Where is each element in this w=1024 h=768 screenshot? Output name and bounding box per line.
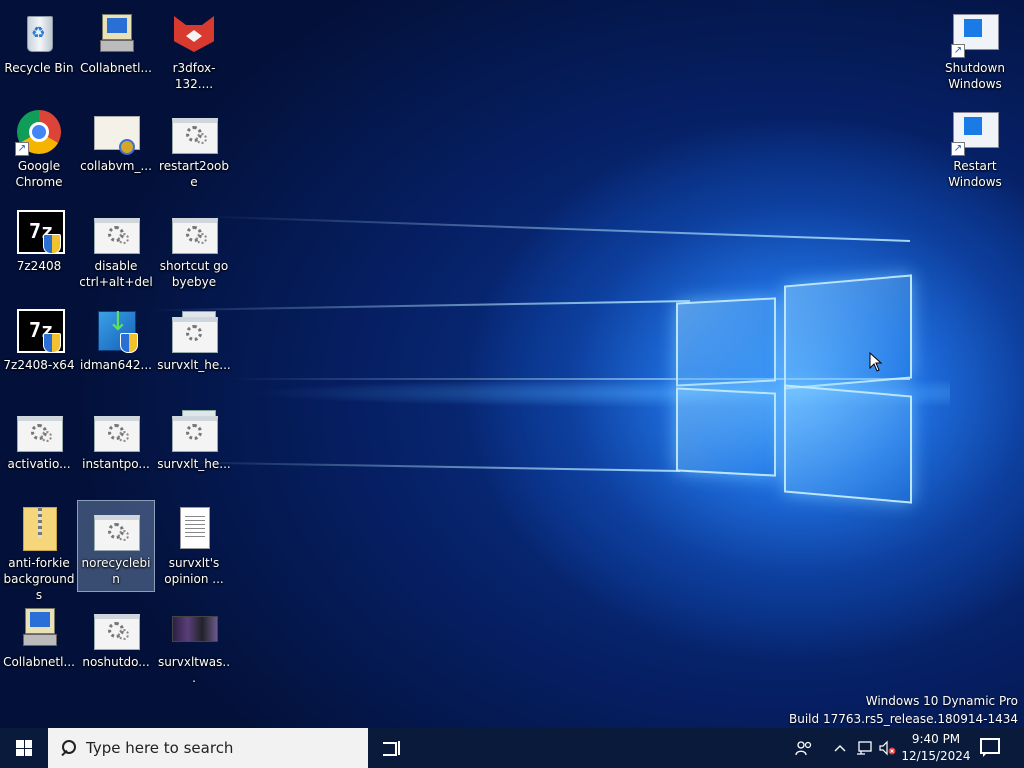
people-icon[interactable] — [792, 728, 816, 768]
icon-label: 7z2408-x64 — [3, 358, 75, 372]
taskbar: Type here to search 9:40 PM 12/15/2024 — [0, 728, 1024, 768]
batch-file-icon — [15, 406, 63, 454]
shutdown-shortcut-icon: ↗ — [951, 10, 999, 58]
wallpaper-logo-pane — [784, 274, 912, 390]
application-icon — [170, 307, 218, 355]
start-button[interactable] — [0, 728, 48, 768]
batch-file-icon — [92, 505, 140, 553]
desktop-icon-google-chrome[interactable]: ↗ Google Chrome — [1, 104, 77, 194]
icon-label: 7z2408 — [16, 259, 62, 273]
icon-label: r3dfox-132.... — [172, 61, 216, 91]
batch-file-icon — [170, 208, 218, 256]
application-icon — [170, 406, 218, 454]
icon-label: survxltwas... — [157, 655, 231, 685]
desktop-icon-anti-forkie-backgrounds[interactable]: anti-forkie backgrounds — [1, 501, 77, 602]
restart-shortcut-icon: ↗ — [951, 108, 999, 156]
desktop-icon-shutdown-windows[interactable]: ↗ Shutdown Windows — [937, 6, 1013, 96]
icon-label: Collabnetl... — [3, 655, 75, 669]
icon-label: shortcut go byebye — [159, 259, 229, 289]
desktop-icon-r3dfox[interactable]: r3dfox-132.... — [156, 6, 232, 96]
icon-label: survxlt_he... — [157, 457, 231, 471]
download-manager-icon — [92, 307, 140, 355]
desktop-icon-7z2408-x64[interactable]: 7z 7z2408-x64 — [1, 303, 77, 393]
search-icon — [60, 740, 76, 756]
watermark-edition: Windows 10 Dynamic Pro — [865, 694, 1018, 708]
show-hidden-icons-chevron-up-icon[interactable] — [830, 728, 850, 768]
icon-label: Google Chrome — [15, 159, 63, 189]
7zip-icon: 7z — [15, 208, 65, 256]
recycle-bin-icon — [15, 10, 63, 58]
wallpaper-logo-pane — [784, 384, 912, 504]
icon-label: norecyclebi n — [81, 556, 151, 586]
desktop-icon-restart-windows[interactable]: ↗ Restart Windows — [937, 104, 1013, 194]
clock-time: 9:40 PM — [911, 732, 961, 746]
wallpaper-beam — [180, 461, 681, 472]
windows-watermark: Windows 10 Dynamic Pro Build 17763.rs5_r… — [789, 692, 1018, 728]
clock-date: 12/15/2024 — [901, 749, 971, 763]
icon-label: idman642... — [80, 358, 152, 372]
batch-file-icon — [92, 604, 140, 652]
icon-label: Restart Windows — [948, 159, 1002, 189]
computer-icon — [15, 604, 63, 652]
desktop-icon-activation[interactable]: activatio... — [1, 402, 77, 492]
desktop-icon-survxltwas[interactable]: survxltwas... — [156, 600, 232, 690]
desktop-icon-disable-ctrl-alt-del[interactable]: disable ctrl+alt+del — [78, 204, 154, 294]
icon-label: restart2oobe — [159, 159, 229, 189]
desktop-icon-collabnet-2[interactable]: Collabnetl... — [1, 600, 77, 690]
icon-label: activatio... — [7, 457, 71, 471]
volume-muted-icon[interactable] — [876, 728, 898, 768]
icon-label: noshutdo... — [82, 655, 150, 669]
icon-label: Collabnetl... — [80, 61, 152, 75]
desktop-icon-norecyclebin[interactable]: norecyclebi n — [77, 500, 155, 592]
wallpaper-beam — [200, 215, 911, 242]
chrome-icon: ↗ — [15, 108, 63, 156]
image-thumbnail-icon — [170, 604, 218, 652]
icon-label: Shutdown Windows — [945, 61, 1005, 91]
desktop-icon-recycle-bin[interactable]: Recycle Bin — [1, 6, 77, 96]
r3dfox-icon — [170, 10, 218, 58]
icon-label: anti-forkie backgrounds — [3, 556, 75, 602]
desktop-icon-noshutdo[interactable]: noshutdo... — [78, 600, 154, 690]
watermark-build: Build 17763.rs5_release.180914-1434 — [789, 712, 1018, 726]
desktop-wallpaper: Recycle Bin ↗ Google Chrome 7z 7z2408 7z… — [0, 0, 1024, 728]
desktop-icon-collabvm[interactable]: collabvm_... — [78, 104, 154, 194]
icon-label: disable ctrl+alt+del — [79, 259, 153, 289]
taskbar-clock[interactable]: 9:40 PM 12/15/2024 — [898, 731, 974, 765]
batch-file-icon — [170, 108, 218, 156]
wallpaper-logo-pane — [676, 297, 776, 387]
text-document-icon — [170, 505, 218, 553]
desktop-icon-survxlt-opinion[interactable]: survxlt's opinion ... — [156, 501, 232, 591]
desktop-icon-shortcut-go-byebye[interactable]: shortcut go byebye — [156, 204, 232, 294]
7zip-icon: 7z — [15, 307, 65, 355]
search-placeholder: Type here to search — [86, 739, 234, 757]
certificate-icon — [92, 108, 140, 156]
desktop-icon-collabnet-1[interactable]: Collabnetl... — [78, 6, 154, 96]
wallpaper-logo-pane — [676, 387, 776, 477]
batch-file-icon — [92, 406, 140, 454]
taskbar-search-box[interactable]: Type here to search — [48, 728, 368, 768]
desktop-icon-idman[interactable]: idman642... — [78, 303, 154, 393]
network-icon[interactable] — [853, 728, 875, 768]
action-center-notification-icon[interactable] — [978, 738, 1000, 757]
icon-label: survxlt's opinion ... — [164, 556, 224, 586]
zip-folder-icon — [15, 505, 63, 553]
desktop-icon-survxlt-he-1[interactable]: survxlt_he... — [156, 303, 232, 393]
batch-file-icon — [92, 208, 140, 256]
computer-icon — [92, 10, 140, 58]
icon-label: collabvm_... — [80, 159, 152, 173]
icon-label: survxlt_he... — [157, 358, 231, 372]
desktop-icon-survxlt-he-2[interactable]: survxlt_he... — [156, 402, 232, 492]
windows-logo-icon — [16, 740, 32, 756]
desktop-icon-instantpo[interactable]: instantpo... — [78, 402, 154, 492]
desktop-icon-7z2408[interactable]: 7z 7z2408 — [1, 204, 77, 294]
desktop-icon-restart2oobe[interactable]: restart2oobe — [156, 104, 232, 194]
icon-label: Recycle Bin — [4, 61, 74, 75]
task-view-button[interactable] — [380, 738, 402, 758]
icon-label: instantpo... — [82, 457, 150, 471]
